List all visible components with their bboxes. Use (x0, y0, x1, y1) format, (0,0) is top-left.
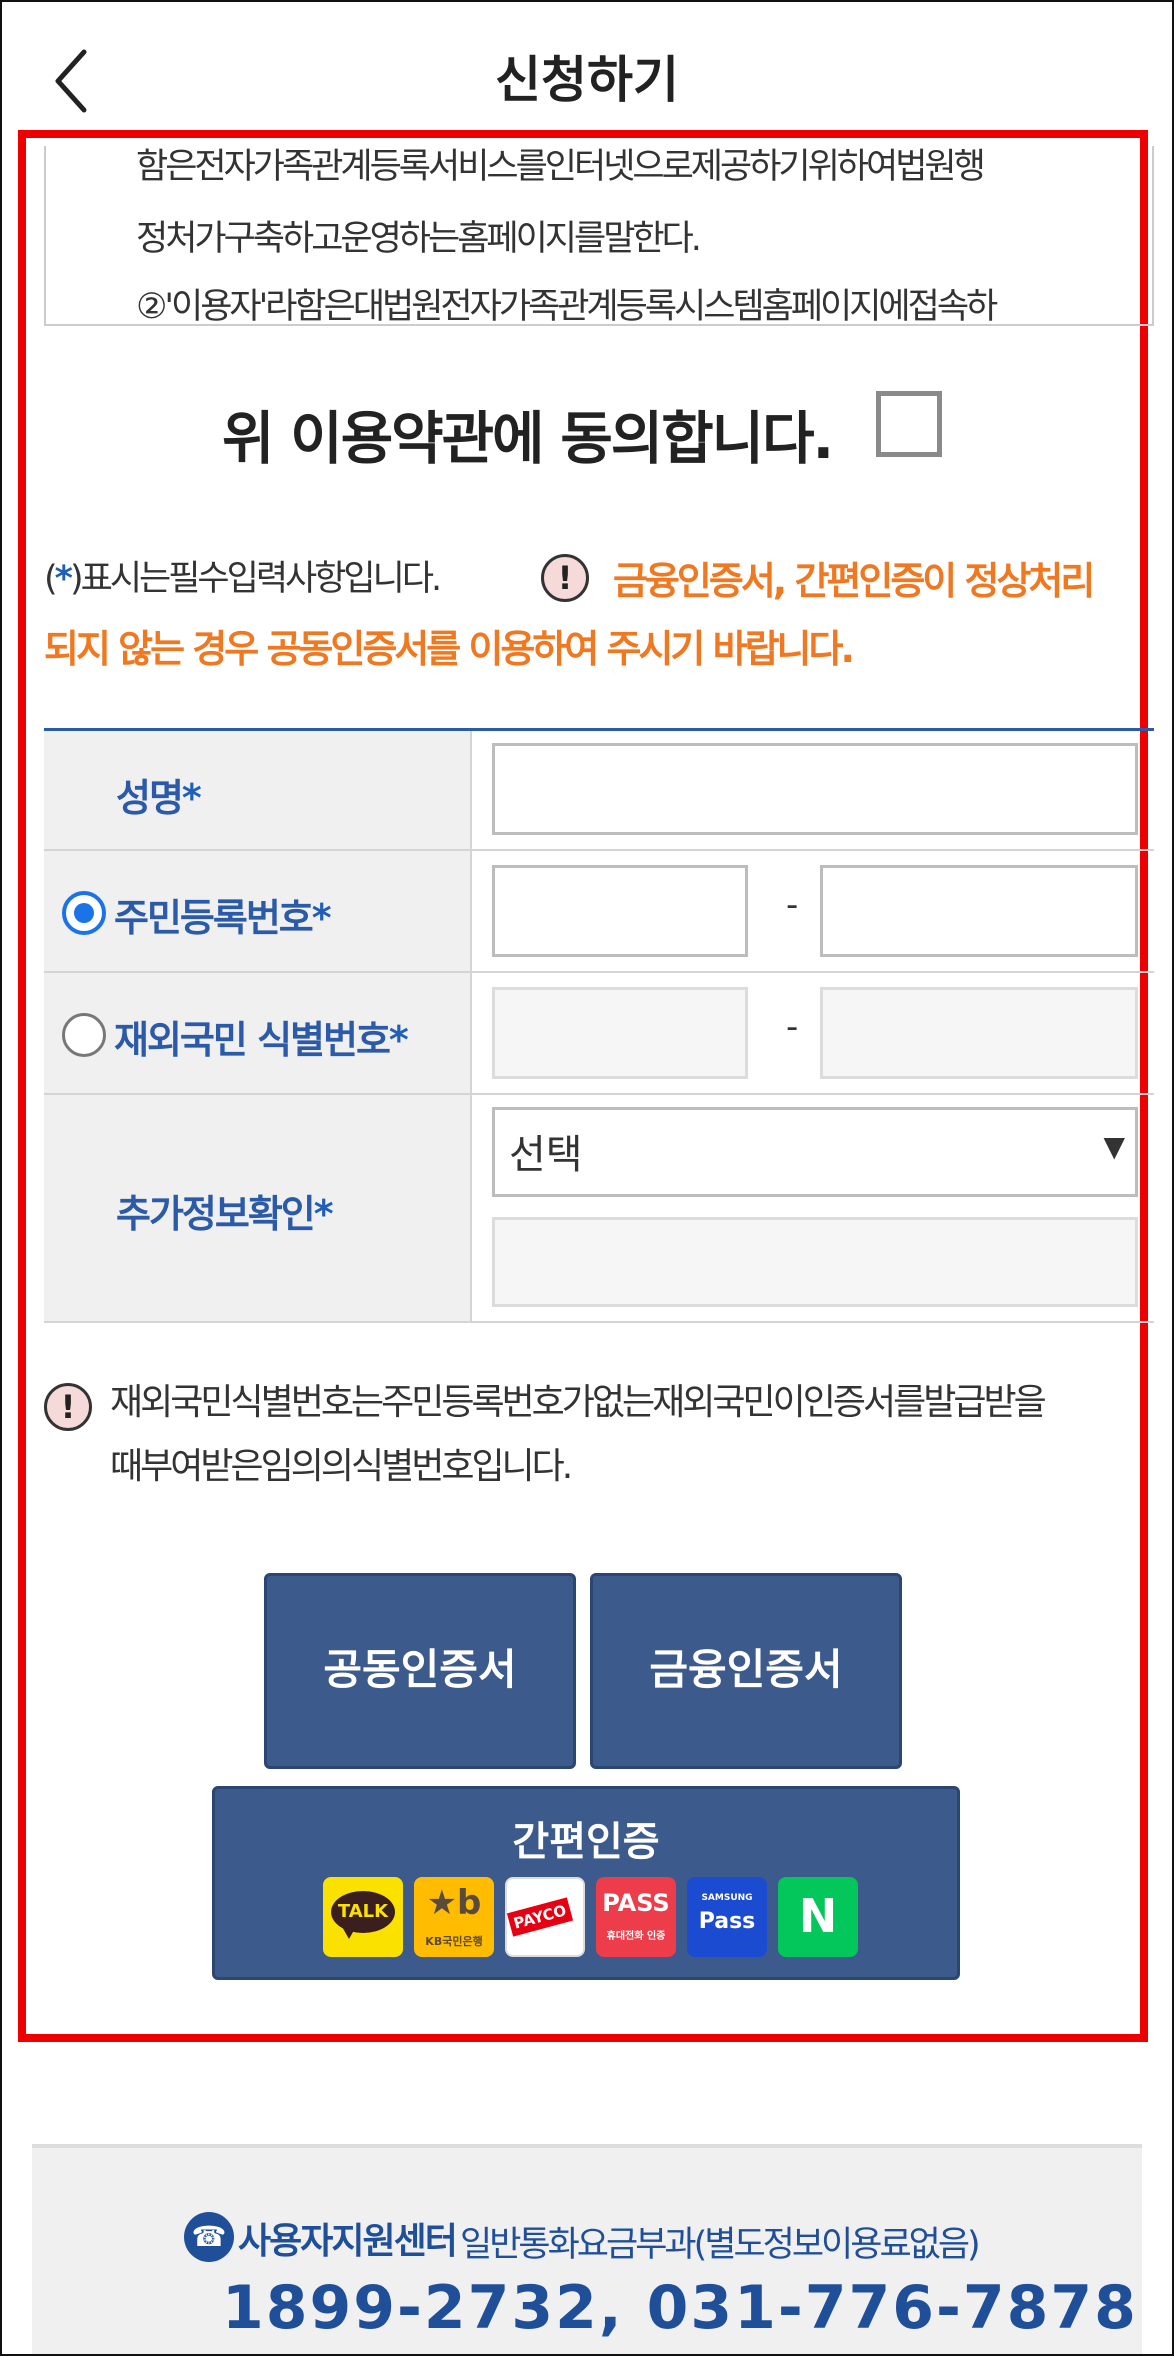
support-center-footer: ☎ 사용자지원센터 일반통화요금부과(별도정보이용료없음) 1899-2732,… (32, 2144, 1142, 2354)
pass-icon: PASS 휴대전화 인증 (596, 1877, 676, 1957)
note-line1: 재외국민식별번호는주민등록번호가없는재외국민이인증서를발급받을 (110, 1382, 1047, 1423)
dash-separator: - (786, 885, 799, 925)
payco-icon: PAYCO (505, 1877, 585, 1957)
identity-form: 성명* 주민등록번호* - 재외국민 식별번호* - 추가정보확인* 선택 ▼ (44, 728, 1154, 1323)
terms-line: 함은전자가족관계등록서비스를인터넷으로제공하기위하여법원행 (136, 147, 986, 187)
form-label-cell: 주민등록번호* (44, 851, 472, 971)
required-notice: (*)표시는필수입력사항입니다. (44, 550, 442, 601)
support-phone-numbers[interactable]: 1899-2732, 031-776-7878 (222, 2273, 1138, 2343)
agree-checkbox[interactable] (876, 391, 942, 457)
name-input[interactable] (492, 743, 1138, 835)
name-label-text: 성명 (116, 776, 184, 820)
kb-symbol: ★b (426, 1883, 482, 1923)
warning-icon: ! (541, 554, 589, 602)
samsung-brand-text: SAMSUNG (701, 1893, 753, 1903)
joint-certificate-button[interactable]: 공동인증서 (264, 1573, 576, 1769)
page-title: 신청하기 (495, 51, 679, 109)
warning-icon: ! (44, 1383, 92, 1431)
naver-logo-text: N (798, 1889, 838, 1943)
extra-info-input[interactable] (492, 1217, 1138, 1307)
terms-line: 정처가구축하고운영하는홈페이지를말한다. (136, 219, 702, 259)
samsung-pass-text: Pass (698, 1909, 756, 1934)
pass-logo-text: PASS (602, 1889, 670, 1917)
dropdown-arrow-icon: ▼ (1103, 1130, 1125, 1163)
extra-label-text: 추가정보확인 (116, 1192, 316, 1236)
highlight-frame: 함은전자가족관계등록서비스를인터넷으로제공하기위하여법원행 정처가구축하고운영하… (18, 130, 1154, 2042)
foreign-label: 재외국민 식별번호* (114, 1009, 409, 1064)
form-row-foreign: 재외국민 식별번호* - (44, 973, 1154, 1095)
warning-text-line2: 되지 않는 경우 공동인증서를 이용하여 주시기 바랍니다. (44, 627, 855, 671)
agree-label: 위 이용약관에 동의합니다. (222, 406, 834, 472)
foreign-label-text: 재외국민 식별번호 (114, 1018, 391, 1062)
kb-name: KB국민은행 (425, 1935, 483, 1948)
required-star: * (54, 559, 73, 599)
rrn-label-text: 주민등록번호 (114, 896, 314, 940)
required-star: * (313, 1192, 334, 1236)
header: 신청하기 (2, 2, 1172, 130)
extra-info-select[interactable]: 선택 ▼ (492, 1107, 1138, 1197)
form-row-rrn: 주민등록번호* - (44, 851, 1154, 973)
support-title: 사용자지원센터 (238, 2221, 458, 2262)
samsung-pass-icon: SAMSUNG Pass (687, 1877, 767, 1957)
foreign-front-input[interactable] (492, 987, 748, 1079)
kakao-talk-icon: TALK (323, 1877, 403, 1957)
required-star: * (181, 776, 202, 820)
dash-separator: - (786, 1007, 799, 1047)
joint-certificate-label: 공동인증서 (323, 1645, 517, 1694)
easy-auth-logos: TALK ★b KB국민은행 PAYCO PASS 휴대전화 인증 SAMSUN… (323, 1877, 863, 1959)
easy-auth-button[interactable]: 간편인증 TALK ★b KB국민은행 PAYCO PASS 휴대전화 인증 S… (212, 1786, 960, 1980)
phone-icon: ☎ (184, 2212, 234, 2262)
financial-certificate-label: 금융인증서 (649, 1645, 843, 1694)
note-line2: 때부여받은임의의식별번호입니다. (110, 1446, 573, 1487)
form-label-cell: 재외국민 식별번호* (44, 973, 472, 1093)
required-star: * (388, 1018, 409, 1062)
rrn-label: 주민등록번호* (114, 887, 332, 942)
support-subtitle: 일반통화요금부과(별도정보이용료없음) (460, 2225, 981, 2265)
easy-auth-label: 간편인증 (512, 1819, 660, 1865)
pass-sub-text: 휴대전화 인증 (606, 1931, 666, 1942)
form-label-cell: 추가정보확인* (44, 1095, 472, 1321)
foreign-radio[interactable] (62, 1013, 106, 1057)
required-text: )표시는필수입력사항입니다. (69, 559, 442, 599)
form-row-name: 성명* (44, 731, 1154, 851)
form-label-cell: 성명* (44, 731, 472, 849)
payco-logo-text: PAYCO (507, 1897, 573, 1937)
rrn-radio[interactable] (62, 891, 106, 935)
foreign-back-input[interactable] (820, 987, 1138, 1079)
terms-scroll-box[interactable]: 함은전자가족관계등록서비스를인터넷으로제공하기위하여법원행 정처가구축하고운영하… (44, 146, 1154, 326)
financial-certificate-button[interactable]: 금융인증서 (590, 1573, 902, 1769)
paren-open: ( (44, 559, 58, 599)
name-label: 성명* (116, 767, 202, 822)
form-row-extra: 추가정보확인* 선택 ▼ (44, 1095, 1154, 1323)
rrn-back-input[interactable] (820, 865, 1138, 957)
warning-text-line1: 금융인증서, 간편인증이 정상처리 (613, 559, 1095, 603)
rrn-front-input[interactable] (492, 865, 748, 957)
select-value: 선택 (509, 1132, 583, 1178)
required-star: * (311, 896, 332, 940)
terms-line: ②'이용자'라함은대법원전자가족관계등록시스템홈페이지에접속하 (136, 287, 998, 326)
extra-label: 추가정보확인* (116, 1183, 334, 1238)
kakao-logo-text: TALK (337, 1901, 389, 1922)
kb-bank-icon: ★b KB국민은행 (414, 1877, 494, 1957)
naver-icon: N (778, 1877, 858, 1957)
app-screen: 신청하기 함은전자가족관계등록서비스를인터넷으로제공하기위하여법원행 정처가구축… (0, 0, 1174, 2356)
